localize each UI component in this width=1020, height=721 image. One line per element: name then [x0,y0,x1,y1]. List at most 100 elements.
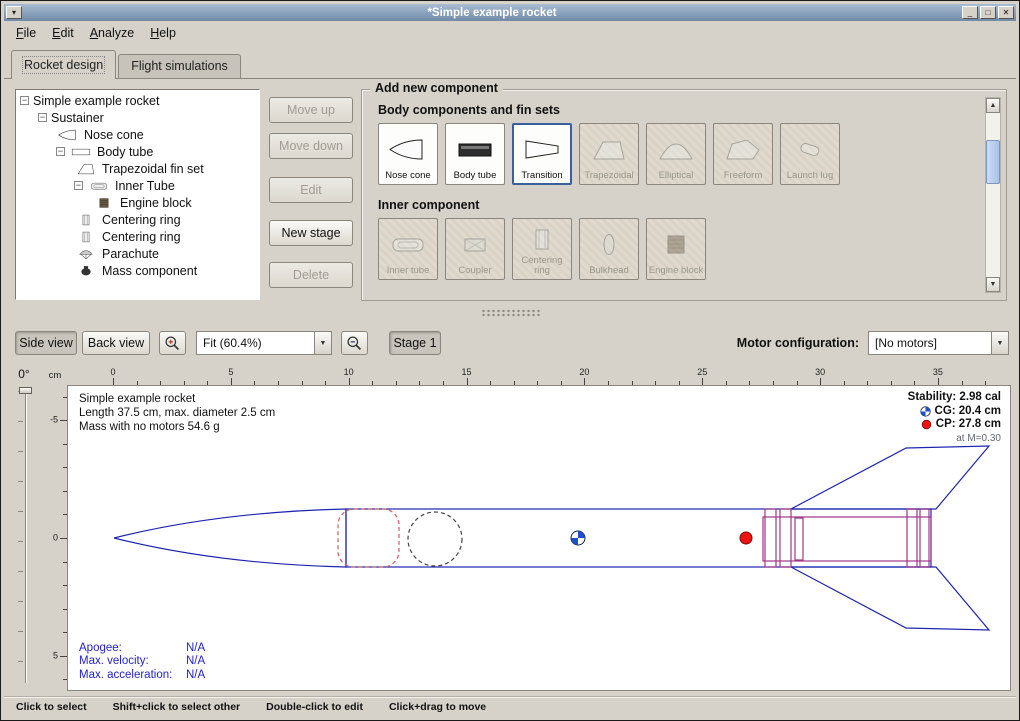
tree-item-sustainer[interactable]: −Sustainer [16,109,259,126]
component-freeform-button[interactable]: Freeform [713,123,773,185]
tree-item-centering-ring[interactable]: Centering ring [16,228,259,245]
fin-tab-shape[interactable] [920,509,929,567]
titlebar[interactable]: ▾ *Simple example rocket _ □ ✕ [4,4,1016,21]
component-inner-tube-button[interactable]: Inner tube [378,218,438,280]
tab-rocket-design[interactable]: Rocket design [11,50,116,79]
centering-ring-shape[interactable] [780,509,791,567]
chevron-down-icon[interactable]: ▼ [991,331,1009,355]
component-label: Engine block [649,266,703,276]
move-down-button[interactable]: Move down [269,133,353,159]
component-elliptical-button[interactable]: Elliptical [646,123,706,185]
fin-tab-shape[interactable] [907,509,917,567]
motor-configuration-select[interactable]: [No motors] ▼ [868,331,1009,355]
menu-edit[interactable]: Edit [44,23,82,43]
tree-expander[interactable]: − [56,147,65,156]
zoom-out-button[interactable] [341,331,368,355]
component-nose-cone-button[interactable]: Nose cone [378,123,438,185]
tree-item-label: Centering ring [102,230,181,244]
rotation-slider[interactable] [17,387,33,687]
component-row: Inner tubeCoupler Centering ring Bulkhead E… [378,218,1006,280]
centering-ring-icon [74,230,98,244]
move-up-button[interactable]: Move up [269,97,353,123]
component-actions: Move up Move down Edit New stage Delete [269,97,353,288]
menu-file[interactable]: File [8,23,44,43]
component-tree[interactable]: −Simple example rocket−SustainerNose con… [15,89,260,300]
ruler-tick [702,378,703,385]
stability-info: Stability: 2.98 cal CG: 20.4 cm CP: 27.8… [908,391,1001,445]
tree-item-mass-component[interactable]: Mass component [16,262,259,279]
tree-item-label: Engine block [120,196,192,210]
new-stage-button[interactable]: New stage [269,220,353,246]
ruler-tick-label: 5 [228,367,233,377]
elliptical-icon [653,127,699,171]
tree-item-body-tube[interactable]: −Body tube [16,143,259,160]
component-coupler-button[interactable]: Coupler [445,218,505,280]
add-component-panel: Add new component Body components and fi… [361,89,1007,301]
tab-label: Flight simulations [131,59,228,73]
tree-expander[interactable]: − [38,113,47,122]
component-centering-ring-button[interactable]: Centering ring [512,218,572,280]
motor-mount-assembly[interactable] [763,509,931,567]
ruler-tick [938,378,939,385]
component-scrollbar[interactable]: ▲ ▼ [985,97,1001,293]
scroll-down-icon[interactable]: ▼ [986,277,1000,292]
component-bulkhead-button[interactable]: Bulkhead [579,218,639,280]
side-view-button[interactable]: Side view [15,331,77,355]
component-row: Nose coneBody tubeTransitionTrapezoidalE… [378,123,1006,185]
tree-item-engine-block[interactable]: Engine block [16,194,259,211]
trapezoidal-icon [586,127,632,171]
flight-stat-value: N/A [186,669,205,683]
lower-fin-shape[interactable] [791,567,989,630]
engine-block-shape[interactable] [795,518,803,560]
component-launch-lug-button[interactable]: Launch lug [780,123,840,185]
scrollbar-thumb[interactable] [986,140,1000,184]
edit-button[interactable]: Edit [269,177,353,203]
scroll-up-icon[interactable]: ▲ [986,98,1000,113]
component-trapezoidal-button[interactable]: Trapezoidal [579,123,639,185]
upper-fin-shape[interactable] [791,446,989,509]
cp-icon [921,419,932,430]
close-button[interactable]: ✕ [998,6,1014,19]
body-tube-outline-icon [69,145,93,159]
delete-button[interactable]: Delete [269,262,353,288]
window-menu-icon[interactable]: ▾ [6,6,22,19]
tree-item-parachute[interactable]: Parachute [16,245,259,262]
inner-tube-shape[interactable] [763,517,931,561]
minimize-button[interactable]: _ [962,6,978,19]
menu-help[interactable]: Help [142,23,184,43]
freeform-icon [720,127,766,171]
motor-configuration-label: Motor configuration: [737,336,859,350]
component-transition-button[interactable]: Transition [512,123,572,185]
tree-item-inner-tube[interactable]: −Inner Tube [16,177,259,194]
chevron-down-icon[interactable]: ▼ [314,331,332,355]
zoom-level-select[interactable]: Fit (60.4%) ▼ [196,331,332,355]
fin-icon [74,162,98,176]
splitter-handle[interactable] [481,309,541,317]
rotation-slider-thumb[interactable] [19,387,32,394]
tree-item-nose-cone[interactable]: Nose cone [16,126,259,143]
component-body-tube-button[interactable]: Body tube [445,123,505,185]
maximize-button[interactable]: □ [980,6,996,19]
tree-item-trapezoidal-fin-set[interactable]: Trapezoidal fin set [16,160,259,177]
tree-item-centering-ring[interactable]: Centering ring [16,211,259,228]
mass-component-shape[interactable] [408,512,462,566]
zoom-in-button[interactable] [159,331,186,355]
rotation-slider-ticks [18,391,23,683]
mass-icon [74,264,98,278]
centering-ring-shape[interactable] [765,509,776,567]
component-engine-block-button[interactable]: Engine block [646,218,706,280]
tree-item-simple-example-rocket[interactable]: −Simple example rocket [16,92,259,109]
tree-expander[interactable]: − [74,181,83,190]
stage-1-toggle[interactable]: Stage 1 [389,331,441,355]
rocket-outline[interactable] [114,446,989,630]
body-tube-shape[interactable] [346,509,931,567]
parachute-shape[interactable] [338,509,399,567]
tree-expander[interactable]: − [20,96,29,105]
back-view-button[interactable]: Back view [82,331,150,355]
menu-analyze[interactable]: Analyze [82,23,142,43]
flight-stat-value: N/A [186,655,205,669]
tab-flight-simulations[interactable]: Flight simulations [118,54,241,78]
nose-cone-shape[interactable] [114,509,346,567]
rocket-canvas[interactable]: Simple example rocket Length 37.5 cm, ma… [67,385,1011,691]
component-label: Centering ring [514,256,570,276]
